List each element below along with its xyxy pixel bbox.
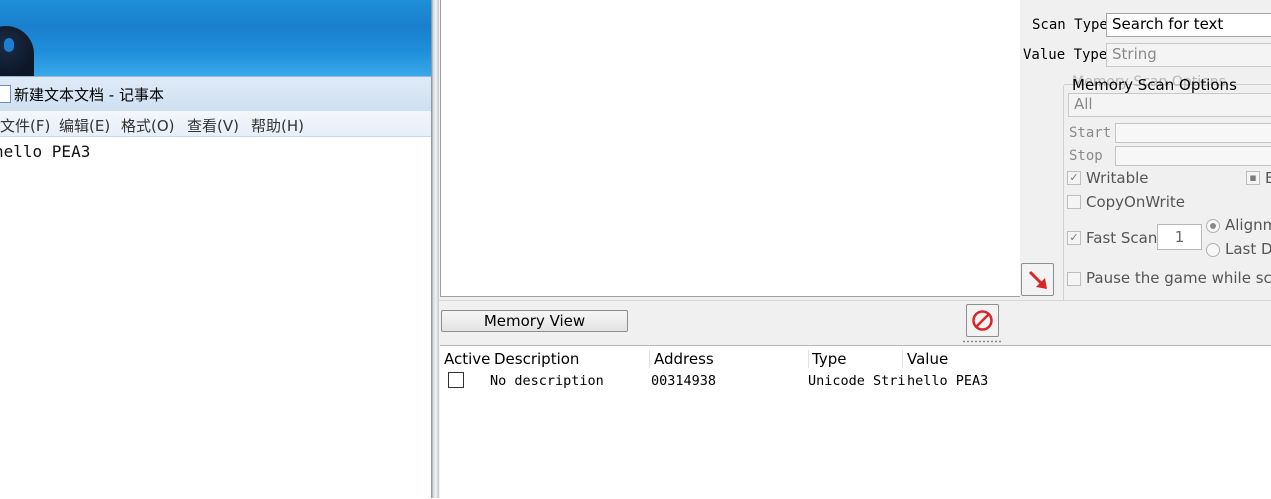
row-description[interactable]: No description bbox=[490, 373, 604, 389]
alignment-label: Alignm bbox=[1225, 216, 1271, 234]
red-arrow-icon bbox=[1028, 270, 1047, 289]
start-address-label: Start bbox=[1069, 125, 1112, 141]
copy-on-write-label: CopyOnWrite bbox=[1086, 193, 1185, 211]
pause-game-label: Pause the game while sca bbox=[1086, 269, 1271, 287]
memory-scan-options-title: Memory Scan Options bbox=[1072, 76, 1237, 94]
menu-format[interactable]: 格式(O) bbox=[121, 115, 175, 136]
clear-list-button[interactable] bbox=[966, 304, 999, 337]
column-header-description[interactable]: Description bbox=[494, 350, 579, 368]
no-entry-icon bbox=[972, 310, 993, 331]
writable-label: Writable bbox=[1086, 169, 1149, 187]
stop-address-input[interactable] bbox=[1115, 146, 1271, 166]
scan-type-select[interactable]: Search for text bbox=[1106, 13, 1271, 37]
notepad-content: hello PEA3 bbox=[0, 142, 91, 161]
scan-type-label: Scan Type bbox=[1032, 17, 1108, 33]
menu-view[interactable]: 查看(V) bbox=[187, 115, 239, 136]
column-header-type[interactable]: Type bbox=[812, 350, 846, 368]
value-type-select[interactable]: String bbox=[1106, 43, 1271, 67]
column-header-value[interactable]: Value bbox=[907, 350, 948, 368]
pause-game-checkbox[interactable] bbox=[1067, 272, 1081, 286]
fast-scan-label: Fast Scan bbox=[1086, 229, 1158, 247]
notepad-window-title: 新建文本文档 - 记事本 bbox=[14, 86, 164, 104]
column-header-active[interactable]: Active bbox=[444, 350, 490, 368]
row-type[interactable]: Unicode Stri bbox=[808, 373, 906, 389]
row-value[interactable]: hello PEA3 bbox=[907, 373, 988, 389]
fast-scan-input[interactable]: 1 bbox=[1157, 224, 1202, 250]
executable-checkbox[interactable]: ▪ bbox=[1246, 171, 1260, 185]
start-address-input[interactable] bbox=[1115, 123, 1271, 143]
menu-edit[interactable]: 编辑(E) bbox=[59, 115, 110, 136]
menu-help[interactable]: 帮助(H) bbox=[251, 115, 304, 136]
executable-label: E bbox=[1265, 169, 1271, 187]
row-active-checkbox[interactable] bbox=[448, 372, 464, 388]
notepad-text-area[interactable] bbox=[0, 137, 431, 498]
last-digits-label: Last Di bbox=[1225, 240, 1271, 258]
memory-region-select[interactable]: All bbox=[1068, 93, 1271, 117]
splitter-handle[interactable] bbox=[962, 340, 1002, 343]
row-address[interactable]: 00314938 bbox=[651, 373, 716, 389]
last-digits-radio[interactable] bbox=[1206, 243, 1220, 257]
stop-address-label: Stop bbox=[1069, 148, 1103, 164]
column-separator[interactable] bbox=[808, 350, 809, 368]
value-type-label: Value Type bbox=[1023, 47, 1108, 63]
add-to-list-button[interactable] bbox=[1021, 263, 1054, 296]
writable-checkbox[interactable]: ✓ bbox=[1067, 171, 1081, 185]
copy-on-write-checkbox[interactable] bbox=[1067, 195, 1081, 209]
scan-results-list[interactable] bbox=[440, 0, 1022, 297]
desktop-background bbox=[0, 0, 431, 76]
column-separator[interactable] bbox=[649, 350, 650, 368]
column-separator[interactable] bbox=[902, 350, 903, 368]
alignment-radio[interactable] bbox=[1206, 219, 1220, 233]
notepad-icon bbox=[0, 85, 11, 103]
fast-scan-checkbox[interactable]: ✓ bbox=[1067, 231, 1081, 245]
column-header-address[interactable]: Address bbox=[654, 350, 714, 368]
menu-file[interactable]: 文件(F) bbox=[0, 115, 50, 136]
window-border bbox=[431, 0, 439, 498]
memory-view-button[interactable]: Memory View bbox=[441, 310, 628, 332]
